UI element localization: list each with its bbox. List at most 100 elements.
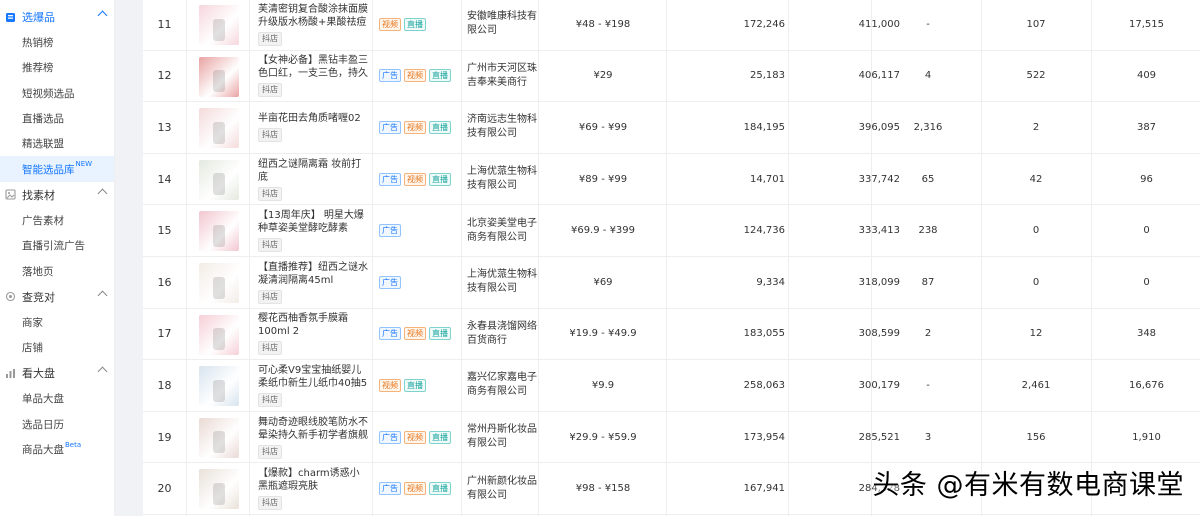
sidebar-group-1[interactable]: 找素材: [0, 182, 114, 208]
sidebar-group-0[interactable]: 选爆品: [0, 4, 114, 30]
product-thumbnail[interactable]: [199, 417, 239, 458]
product-name-link[interactable]: 舞动奇迹眼线胶笔防水不晕染持久新手初学者旗舰店...: [258, 416, 368, 442]
company-link[interactable]: 上海优蒎生物科技有限公司: [467, 268, 542, 296]
store-tag: 抖店: [258, 341, 282, 356]
product-name-cell: 【爆款】charm诱惑小黑瓶遮瑕亮肤抖店: [258, 463, 373, 514]
metric-value: 2,316: [913, 121, 943, 133]
company-link[interactable]: 北京姿美堂电子商务有限公司: [467, 217, 542, 245]
beta-badge: Beta: [65, 440, 82, 449]
store-tag: 抖店: [258, 186, 282, 201]
chevron-up-icon[interactable]: [97, 188, 108, 199]
sidebar-item[interactable]: 单品大盘: [0, 386, 114, 411]
competitor-icon: [4, 291, 16, 303]
sidebar-group-2[interactable]: 查竞对: [0, 284, 114, 310]
company-link[interactable]: 永春县浇馏网络百货商行: [467, 320, 542, 348]
sidebar-item[interactable]: 推荐榜: [0, 55, 114, 80]
sidebar-item[interactable]: 短视频选品: [0, 81, 114, 106]
table-row[interactable]: 19舞动奇迹眼线胶笔防水不晕染持久新手初学者旗舰店...抖店广告视频直播常州丹斯…: [143, 412, 1200, 464]
table-row[interactable]: 13 半亩花田去角质啫喱02 抖店 广告 视频 直播 济南远志生物科技有限公司 ¥69 - ¥…: [143, 102, 1200, 154]
tag-ad: 广告: [379, 69, 401, 83]
sidebar-item[interactable]: 商家: [0, 310, 114, 335]
tag-vid: 视频: [379, 378, 401, 392]
sidebar-item[interactable]: 直播选品: [0, 106, 114, 131]
chevron-up-icon[interactable]: [97, 290, 108, 301]
store-tag: 抖店: [258, 496, 282, 511]
rank-number: 12: [157, 69, 172, 83]
product-name-link[interactable]: 樱花西柚香氛手膜霜 100ml 2: [258, 312, 368, 338]
store-tag: 抖店: [258, 444, 282, 459]
product-name-cell: 芙清密钥复合酸涂抹面膜升级版水杨酸+果酸祛痘闭口... 抖店: [258, 0, 373, 50]
table-row[interactable]: 18可心柔V9宝宝抽纸婴儿柔纸巾新生儿纸巾40抽5包便携...抖店视频直播嘉兴亿…: [143, 360, 1200, 412]
metric-value: -: [926, 18, 930, 30]
chevron-up-icon[interactable]: [97, 366, 108, 377]
product-thumbnail[interactable]: [199, 56, 239, 97]
company-link[interactable]: 嘉兴亿家嘉电子商务有限公司: [467, 371, 542, 399]
tag-live: 直播: [429, 482, 451, 496]
sidebar-item[interactable]: 热销榜: [0, 30, 114, 55]
product-thumbnail[interactable]: [199, 366, 239, 407]
tag-live: 直播: [429, 327, 451, 341]
sidebar-item[interactable]: 选品日历: [0, 412, 114, 437]
chevron-up-icon[interactable]: [97, 10, 108, 21]
product-thumbnail[interactable]: [199, 263, 239, 303]
tag-live: 直播: [429, 69, 451, 83]
table-row[interactable]: 11芙清密钥复合酸涂抹面膜升级版水杨酸+果酸祛痘闭口...抖店视频直播安徽唯康科…: [143, 0, 1200, 51]
metric-value: 9,334: [756, 276, 785, 288]
sidebar-group-3[interactable]: 看大盘: [0, 360, 114, 386]
product-name-cell: 可心柔V9宝宝抽纸婴儿柔纸巾新生儿纸巾40抽5包便携... 抖店: [258, 360, 373, 411]
product-name-link[interactable]: 【直播推荐】纽西之谜水凝清润隔离45ml: [258, 261, 368, 287]
tag-live: 直播: [404, 17, 426, 31]
store-tag: 抖店: [258, 128, 282, 143]
product-thumbnail[interactable]: [199, 469, 239, 510]
company-link[interactable]: 上海优蒎生物科技有限公司: [467, 165, 542, 193]
tag-ad: 广告: [379, 120, 401, 134]
company-name: 广州新颜化妆品有限公司: [467, 463, 542, 514]
product-name-link[interactable]: 纽西之谜隔离霜 妆前打底: [258, 158, 368, 184]
dashboard-icon: [4, 367, 16, 379]
metric-value: 172,246: [743, 18, 785, 30]
product-thumbnail[interactable]: [199, 108, 239, 149]
table-row[interactable]: 15 【13周年庆】 明星大爆种草姿美堂酵吃酵素45ml*7 抖店 广告 北京姿美堂电子…: [143, 205, 1200, 257]
sidebar-item[interactable]: 落地页: [0, 258, 114, 283]
sidebar-item[interactable]: 智能选品库 NEW: [0, 156, 114, 182]
product-thumbnail[interactable]: [199, 5, 239, 45]
company-link[interactable]: 广州市天河区珠吉奉来美商行: [467, 62, 542, 90]
metric-value: 0: [1143, 225, 1150, 237]
sidebar-item[interactable]: 店铺: [0, 335, 114, 360]
rank-number: 17: [157, 327, 172, 341]
product-name-link[interactable]: 【女神必备】黑钻丰盈三色口红，一支三色，持久滋润: [258, 54, 368, 80]
product-thumbnail[interactable]: [199, 159, 239, 200]
table-row[interactable]: 12【女神必备】黑钻丰盈三色口红，一支三色，持久滋润抖店广告视频直播广州市天河区…: [143, 51, 1200, 103]
product-name-link[interactable]: 半亩花田去角质啫喱02: [258, 112, 368, 125]
product-thumbnail[interactable]: [199, 211, 239, 252]
metric-value: 96: [1140, 173, 1153, 185]
sidebar-item[interactable]: 商品大盘 Beta: [0, 437, 114, 462]
metric-value: 42: [1029, 173, 1043, 185]
company-link[interactable]: 常州丹斯化妆品有限公司: [467, 423, 542, 451]
sidebar-item[interactable]: 直播引流广告: [0, 233, 114, 258]
table-row[interactable]: 17 樱花西柚香氛手膜霜 100ml 2 抖店 广告 视频 直播 永春县浇馏网络百货商行 ¥1…: [143, 309, 1200, 361]
product-name-link[interactable]: 芙清密钥复合酸涂抹面膜升级版水杨酸+果酸祛痘闭口...: [258, 3, 368, 29]
company-link[interactable]: 安徽唯康科技有限公司: [467, 10, 542, 38]
sidebar-item-label: 推荐榜: [22, 62, 54, 75]
product-thumbnail[interactable]: [199, 314, 239, 355]
product-name-link[interactable]: 【爆款】charm诱惑小黑瓶遮瑕亮肤: [258, 467, 368, 493]
product-name-link[interactable]: 可心柔V9宝宝抽纸婴儿柔纸巾新生儿纸巾40抽5包便携...: [258, 364, 368, 390]
tag-ad: 广告: [379, 482, 401, 496]
table-row[interactable]: 16 【直播推荐】纽西之谜水凝清润隔离45ml 抖店 广告 上海优蒎生物科技有限公司 ¥6…: [143, 257, 1200, 309]
sidebar-item[interactable]: 广告素材: [0, 208, 114, 233]
sidebar-item[interactable]: 精选联盟: [0, 131, 114, 156]
product-icon: [4, 11, 16, 23]
metric-value: 25,183: [750, 70, 785, 82]
product-name-link[interactable]: 【13周年庆】 明星大爆种草姿美堂酵吃酵素45ml*7: [258, 209, 368, 235]
company-link[interactable]: 济南远志生物科技有限公司: [467, 113, 542, 141]
tag-vid: 视频: [404, 482, 426, 496]
table-row[interactable]: 14 纽西之谜隔离霜 妆前打底 抖店 广告 视频 直播 上海优蒎生物科技有限公司 ¥89 - …: [143, 154, 1200, 206]
rank-number: 15: [157, 224, 172, 238]
sidebar-item-label: 广告素材: [22, 214, 64, 227]
price-range: ¥69.9 - ¥399: [570, 225, 636, 237]
price-range: ¥19.9 - ¥49.9: [569, 328, 637, 340]
company-link[interactable]: 广州新颜化妆品有限公司: [467, 475, 542, 503]
metric-value: 17,515: [1129, 18, 1164, 30]
metric-value: 16,676: [1129, 379, 1164, 391]
